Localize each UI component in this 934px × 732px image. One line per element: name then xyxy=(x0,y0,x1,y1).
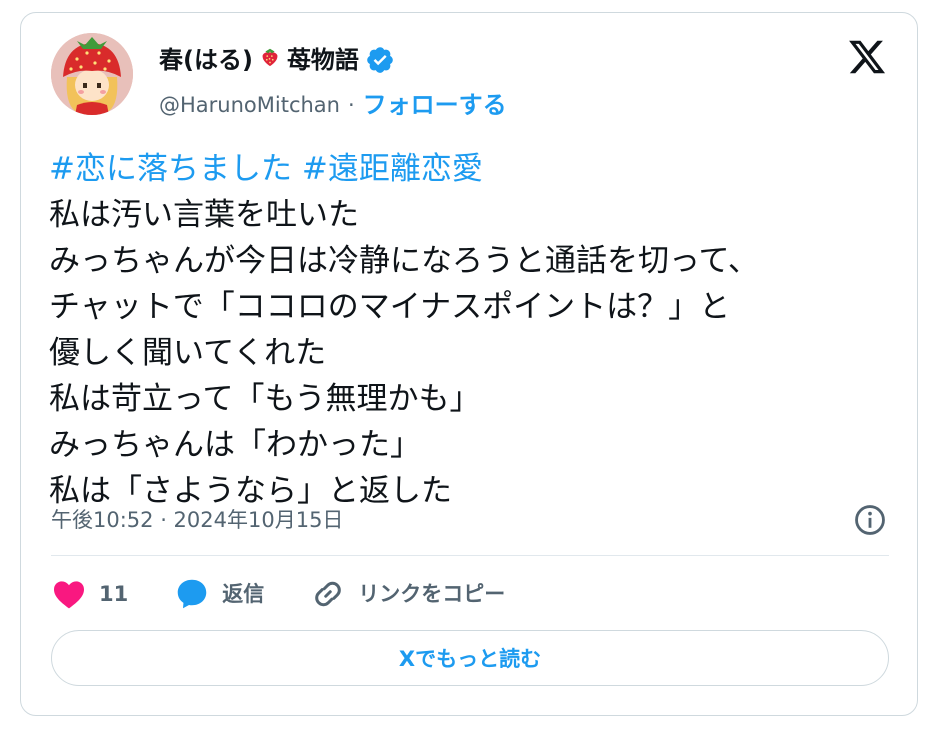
tweet-text-line: みっちゃんは「わかった」 xyxy=(49,427,421,463)
follow-button[interactable]: フォローする xyxy=(363,91,507,119)
info-icon[interactable] xyxy=(853,503,887,537)
heart-icon xyxy=(54,581,84,609)
display-name-suffix[interactable]: 苺物語 xyxy=(287,45,359,75)
display-name-row[interactable]: 春(はる) 苺物語 xyxy=(159,45,395,75)
tweet-text-line: チャットで「ココロのマイナスポイントは？」と xyxy=(49,289,731,325)
hashtag-link[interactable]: #遠距離恋愛 xyxy=(302,151,483,187)
tweet-text-line: 私は汚い言葉を吐いた xyxy=(49,197,359,233)
verified-badge-icon xyxy=(367,47,393,73)
tweet-text: #恋に落ちました #遠距離恋愛 私は汚い言葉を吐いた みっちゃんが今日は冷静にな… xyxy=(49,146,899,514)
read-more-label: Xでもっと読む xyxy=(398,647,542,671)
tweet-timestamp[interactable]: 午後10:52 · 2024年10月15日 xyxy=(51,506,343,534)
read-more-on-x-button[interactable]: Xでもっと読む xyxy=(51,630,889,686)
like-button[interactable]: 11 xyxy=(51,576,128,612)
avatar[interactable] xyxy=(51,33,133,115)
display-name[interactable]: 春(はる) xyxy=(159,45,253,75)
copy-link-button[interactable]: リンクをコピー xyxy=(310,576,505,612)
like-count: 11 xyxy=(99,582,129,606)
tweet-embed-card: 春(はる) 苺物語 @HarunoMitchan · フォローする #恋に落ちま… xyxy=(20,12,918,716)
tweet-text-line: みっちゃんが今日は冷静になろうと通話を切って、 xyxy=(49,243,759,279)
reply-label: 返信 xyxy=(222,582,265,606)
separator-dot: · xyxy=(347,93,355,117)
copy-link-label: リンクをコピー xyxy=(358,582,506,606)
hashtag-link[interactable]: #恋に落ちました xyxy=(49,151,292,187)
tweet-text-line: 私は苛立って「もう無理かも」 xyxy=(49,381,481,417)
tweet-text-line: 優しく聞いてくれた xyxy=(49,335,327,371)
divider xyxy=(51,555,889,556)
user-handle[interactable]: @HarunoMitchan xyxy=(159,91,340,119)
handle-row: @HarunoMitchan · フォローする xyxy=(159,91,507,119)
action-bar: 11 返信 リンクをコピー xyxy=(51,576,551,612)
reply-button[interactable]: 返信 xyxy=(174,576,264,612)
strawberry-icon xyxy=(259,45,281,75)
strawberry-hat-girl-avatar-icon xyxy=(51,33,133,115)
link-icon xyxy=(315,581,342,607)
speech-bubble-icon xyxy=(177,579,207,609)
hashtag-line: #恋に落ちました #遠距離恋愛 xyxy=(49,146,899,192)
x-logo-icon[interactable] xyxy=(847,37,887,77)
